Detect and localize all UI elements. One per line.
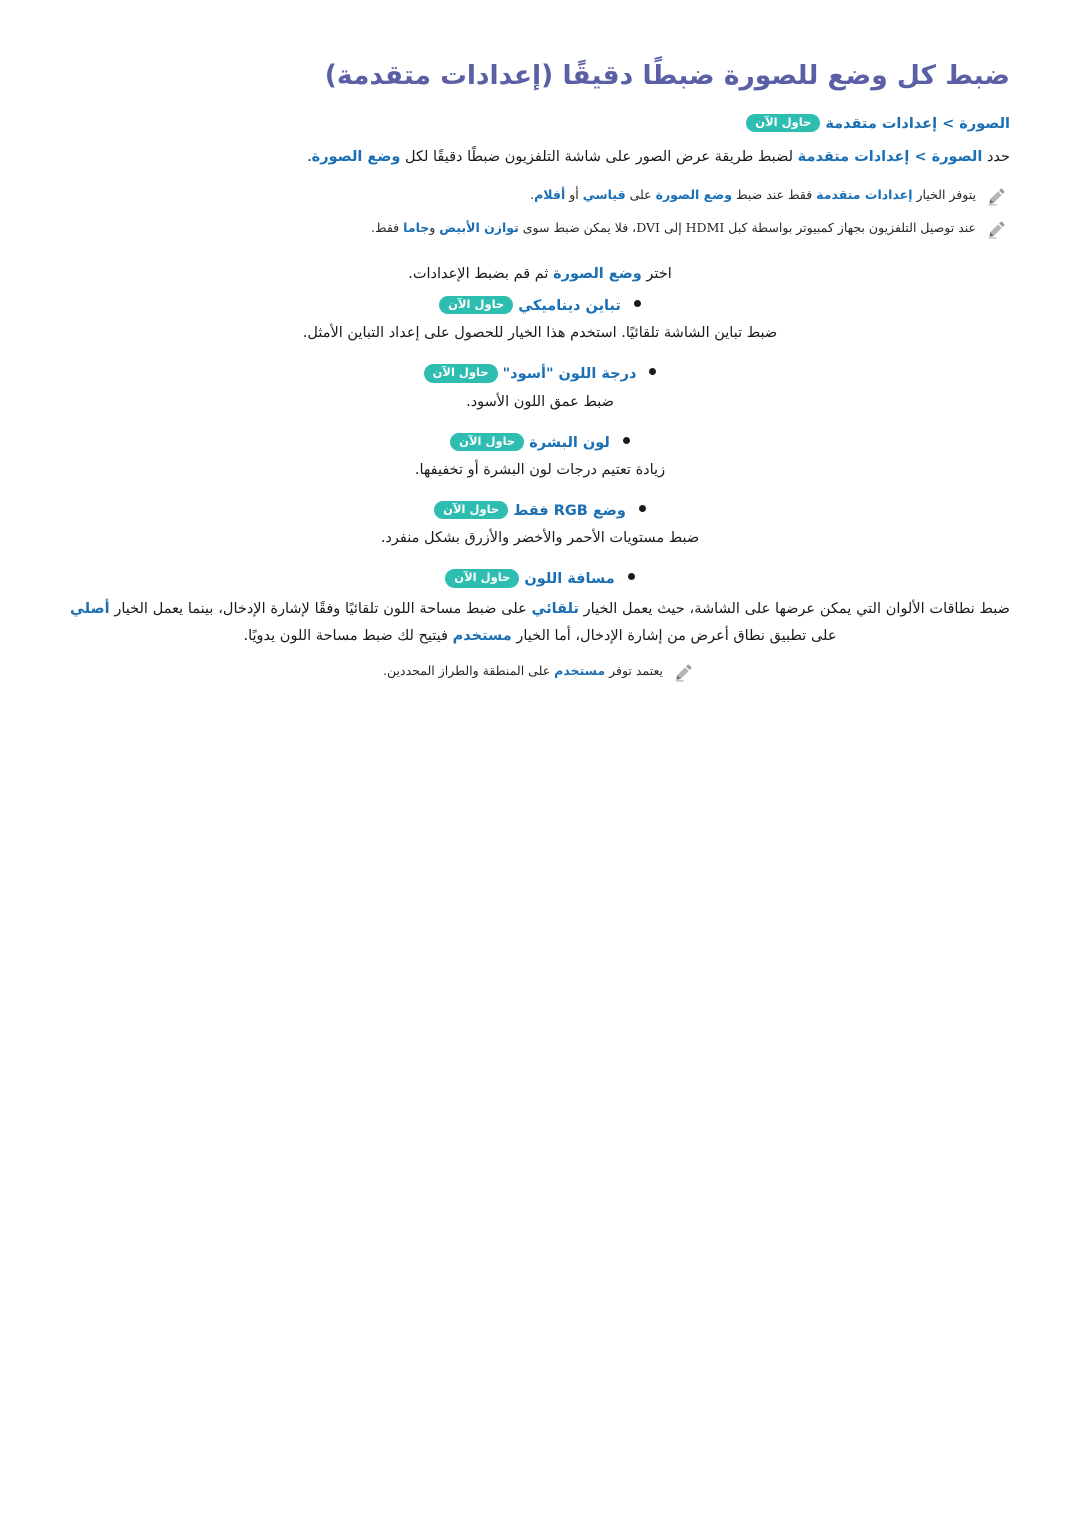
try-now-badge[interactable]: حاول الآن xyxy=(434,500,509,520)
note-seg: أو xyxy=(565,186,583,202)
bullet-dot-icon xyxy=(627,573,635,581)
pencil-icon xyxy=(986,186,1008,208)
setting-name[interactable]: تباين ديناميكي xyxy=(518,298,621,314)
try-now-badge[interactable]: حاول الآن xyxy=(450,432,525,452)
note-seg: يتوفر الخيار xyxy=(912,186,976,202)
list-item-head: تباين ديناميكيحاول الآن xyxy=(70,293,1010,321)
intro-middle: لضبط طريقة عرض الصور على شاشة التلفزيون … xyxy=(400,148,798,165)
page-title: ضبط كل وضع للصورة ضبطًا دقيقًا (إعدادات … xyxy=(324,60,1010,91)
breadcrumb[interactable]: الصورة > إعدادات متقدمةحاول الآن xyxy=(746,113,1010,133)
setting-description: ضبط عمق اللون الأسود. xyxy=(466,393,614,410)
list-item-head: درجة اللون "أسود" حاول الآن xyxy=(70,361,1010,389)
setting-name[interactable]: مسافة اللون xyxy=(524,571,614,587)
select-link-picture-mode[interactable]: وضع الصورة xyxy=(553,266,642,282)
pencil-icon xyxy=(673,662,695,684)
pencil-icon xyxy=(986,219,1008,241)
try-now-badge[interactable]: حاول الآن xyxy=(423,364,498,383)
desc-link-native[interactable]: أصلي xyxy=(70,601,110,617)
note-seg: على xyxy=(625,186,656,202)
settings-list: تباين ديناميكيحاول الآن ضبط تباين الشاشة… xyxy=(70,293,1010,651)
note-link[interactable]: إعدادات متقدمة xyxy=(816,187,912,202)
note-row-footer: يعتمد توفر مستخدم على المنطقة والطراز ال… xyxy=(70,661,1010,684)
list-item-head: مسافة اللونحاول الآن xyxy=(70,566,1010,594)
setting-name[interactable]: وضع RGB فقط xyxy=(513,503,626,519)
list-item: تباين ديناميكيحاول الآن ضبط تباين الشاشة… xyxy=(70,293,1010,347)
list-item: وضع RGB فقطحاول الآن ضبط مستويات الأحمر … xyxy=(70,498,1010,552)
note-link[interactable]: وضع الصورة xyxy=(656,187,732,202)
try-now-badge[interactable]: حاول الآن xyxy=(746,113,821,133)
note-seg: فقط. xyxy=(371,219,404,235)
note-seg: فقط عند ضبط xyxy=(732,186,817,202)
desc-seg: على تطبيق نطاق أعرض من إشارة الإدخال، أم… xyxy=(511,628,837,645)
note-text: يتوفر الخيار إعدادات متقدمة فقط عند ضبط … xyxy=(70,185,976,205)
setting-description: ضبط مستويات الأحمر والأخضر والأزرق بشكل … xyxy=(380,530,700,547)
note-link-custom[interactable]: مستخدم xyxy=(554,663,605,678)
breadcrumb-label: الصورة > إعدادات متقدمة xyxy=(825,115,1010,132)
desc-link-custom[interactable]: مستخدم xyxy=(453,628,512,644)
setting-name[interactable]: درجة اللون "أسود" xyxy=(503,366,637,382)
list-item-head: لون البشرةحاول الآن xyxy=(70,430,1010,458)
note-seg: عند توصيل التلفزيون بجهاز كمبيوتر بواسطة… xyxy=(518,219,976,235)
note-text: يعتمد توفر مستخدم على المنطقة والطراز ال… xyxy=(383,661,663,681)
intro-prefix: حدد xyxy=(982,148,1010,165)
note-link[interactable]: قياسي xyxy=(583,187,626,202)
bullet-dot-icon xyxy=(622,436,630,444)
note-seg: يعتمد توفر xyxy=(605,662,663,678)
list-item-head: وضع RGB فقطحاول الآن xyxy=(70,498,1010,526)
desc-seg: ضبط نطاقات الألوان التي يمكن عرضها على ا… xyxy=(578,600,1010,617)
note-link[interactable]: جاما xyxy=(403,220,429,235)
intro-link-menu-path[interactable]: الصورة > إعدادات متقدمة xyxy=(798,149,983,165)
document-page: ضبط كل وضع للصورة ضبطًا دقيقًا (إعدادات … xyxy=(0,0,1080,1527)
bullet-dot-icon xyxy=(633,299,641,307)
try-now-badge[interactable]: حاول الآن xyxy=(439,295,514,315)
intro-paragraph: حدد الصورة > إعدادات متقدمة لضبط طريقة ع… xyxy=(70,145,1010,171)
bullet-dot-icon xyxy=(649,368,657,376)
setting-name[interactable]: لون البشرة xyxy=(529,435,610,451)
note-link[interactable]: توازن الأبيض xyxy=(439,220,518,235)
breadcrumb-row: الصورة > إعدادات متقدمةحاول الآن xyxy=(70,110,1010,136)
note-text: عند توصيل التلفزيون بجهاز كمبيوتر بواسطة… xyxy=(70,218,976,238)
content-column: ضبط كل وضع للصورة ضبطًا دقيقًا (إعدادات … xyxy=(70,58,1010,694)
list-item: درجة اللون "أسود" حاول الآن ضبط عمق اللون… xyxy=(70,361,1010,415)
select-suffix: ثم قم بضبط الإعدادات. xyxy=(408,265,554,282)
list-item: مسافة اللونحاول الآن ضبط نطاقات الألوان … xyxy=(70,566,1010,651)
setting-description: ضبط تباين الشاشة تلقائيًا. استخدم هذا ال… xyxy=(302,325,778,342)
intro-link-picture-mode[interactable]: وضع الصورة xyxy=(312,149,401,165)
desc-link-auto[interactable]: تلقائي xyxy=(532,601,579,617)
select-picture-mode-line: اختر وضع الصورة ثم قم بضبط الإعدادات. xyxy=(70,261,1010,287)
note-row: يتوفر الخيار إعدادات متقدمة فقط عند ضبط … xyxy=(70,185,1010,208)
select-prefix: اختر xyxy=(641,265,672,282)
try-now-badge[interactable]: حاول الآن xyxy=(445,569,520,588)
setting-description: زيادة تعتيم درجات لون البشرة أو تخفيفها. xyxy=(414,462,666,479)
note-seg: على المنطقة والطراز المحددين. xyxy=(383,662,555,678)
desc-seg: على ضبط مساحة اللون تلقائيًا وفقًا لإشار… xyxy=(109,600,532,617)
color-space-description: ضبط نطاقات الألوان التي يمكن عرضها على ا… xyxy=(70,596,1010,651)
note-seg: و xyxy=(429,219,440,235)
desc-seg: فيتيح لك ضبط مساحة اللون يدويًا. xyxy=(243,628,453,645)
note-link[interactable]: أفلام xyxy=(534,187,565,202)
note-row: عند توصيل التلفزيون بجهاز كمبيوتر بواسطة… xyxy=(70,218,1010,241)
bullet-dot-icon xyxy=(638,504,646,512)
list-item: لون البشرةحاول الآن زيادة تعتيم درجات لو… xyxy=(70,430,1010,484)
notes-top-block: يتوفر الخيار إعدادات متقدمة فقط عند ضبط … xyxy=(70,185,1010,241)
